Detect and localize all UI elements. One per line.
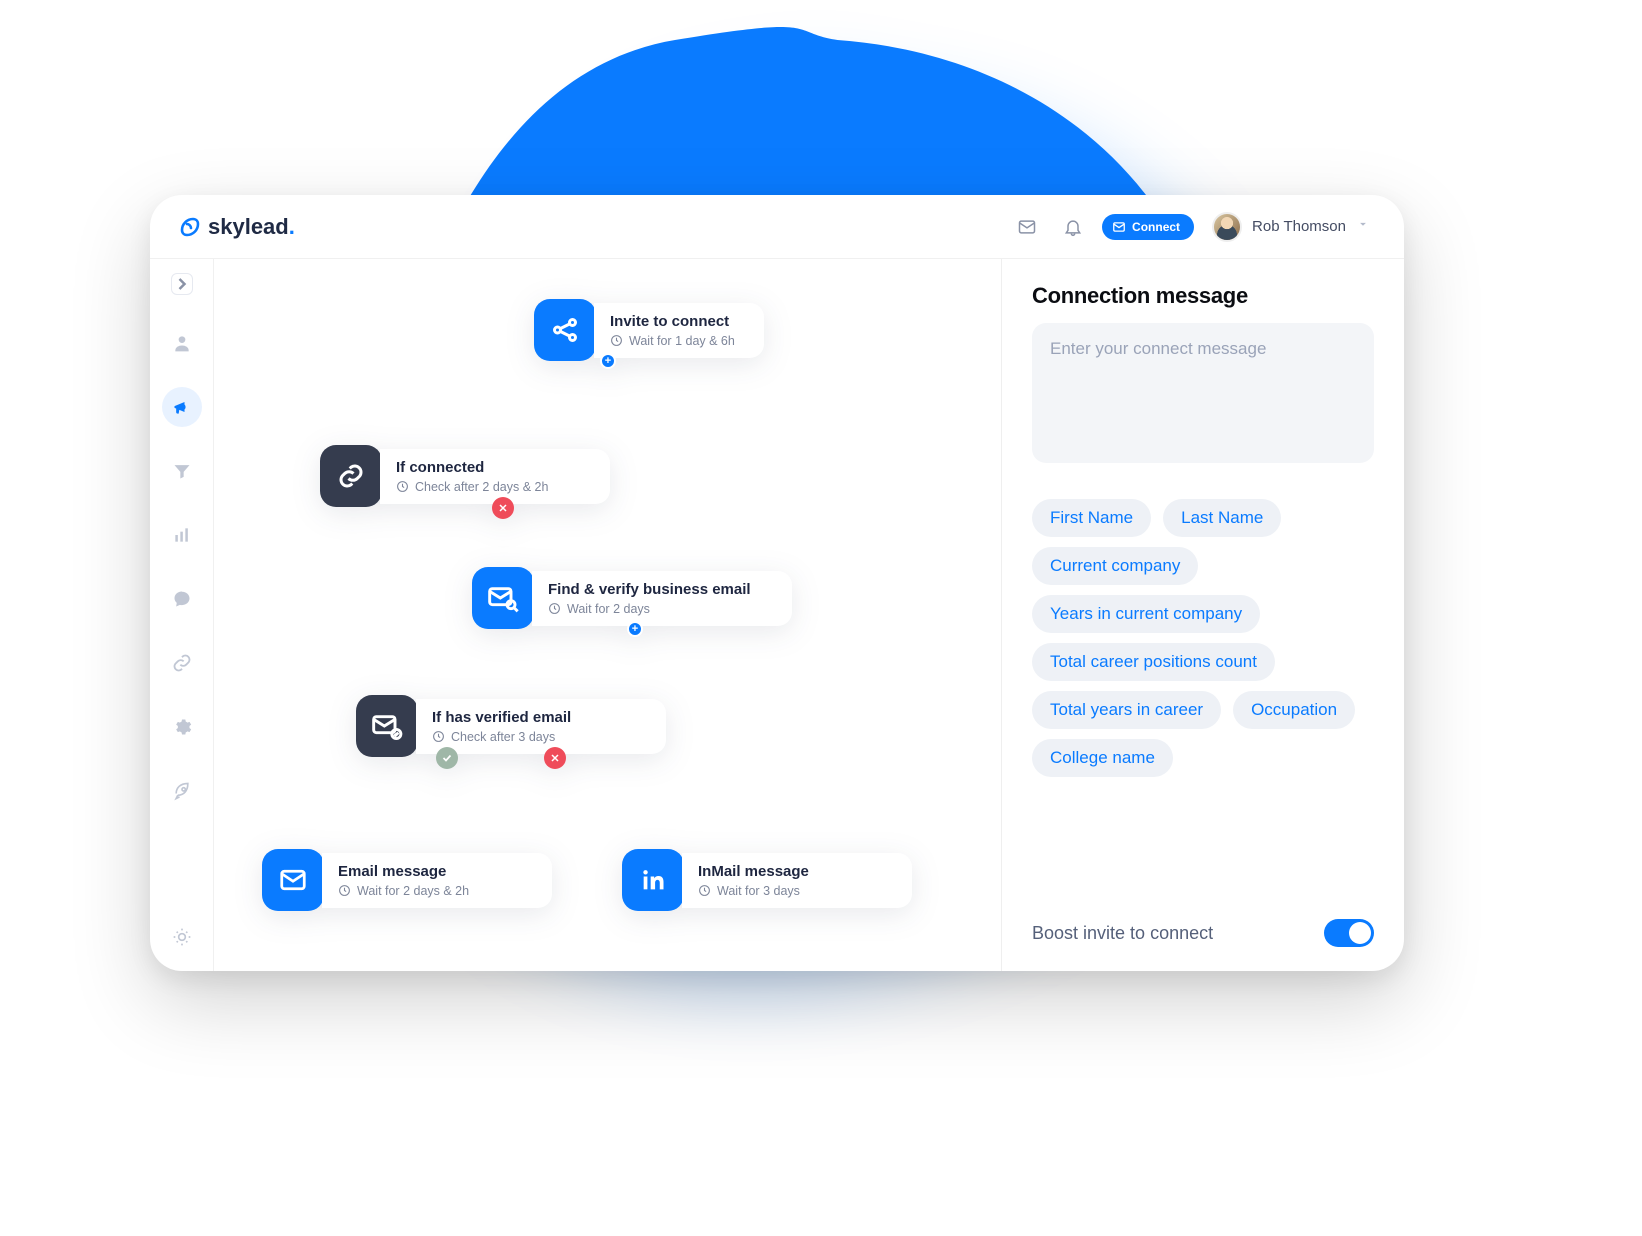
- logo-mark-icon: [178, 215, 202, 239]
- sidebar-item-campaigns[interactable]: [162, 387, 202, 427]
- node-title: Invite to connect: [610, 313, 746, 330]
- sidebar: [150, 259, 214, 971]
- logo-text: skylead.: [208, 214, 295, 240]
- node-title: Email message: [338, 863, 534, 880]
- boost-invite-row: Boost invite to connect: [1032, 909, 1374, 947]
- boost-toggle[interactable]: [1324, 919, 1374, 947]
- logo[interactable]: skylead.: [178, 214, 295, 240]
- node-invite-to-connect[interactable]: Invite to connect Wait for 1 day & 6h +: [534, 299, 764, 361]
- top-bar: skylead. Connect Rob Thomson: [150, 195, 1404, 259]
- node-if-connected[interactable]: If connected Check after 2 days & 2h: [320, 445, 610, 507]
- variable-tag-list: First Name Last Name Current company Yea…: [1032, 499, 1374, 777]
- sidebar-item-profile[interactable]: [162, 323, 202, 363]
- node-subtitle: Wait for 3 days: [698, 884, 894, 898]
- link-icon: [320, 445, 382, 507]
- connect-message-input[interactable]: [1032, 323, 1374, 463]
- sidebar-item-filter[interactable]: [162, 451, 202, 491]
- node-title: Find & verify business email: [548, 581, 774, 598]
- connection-message-panel: Connection message First Name Last Name …: [1002, 259, 1404, 971]
- sidebar-item-stats[interactable]: [162, 515, 202, 555]
- panel-heading: Connection message: [1032, 283, 1374, 309]
- connect-button-label: Connect: [1132, 220, 1180, 234]
- tag-occupation[interactable]: Occupation: [1233, 691, 1355, 729]
- node-subtitle: Check after 3 days: [432, 730, 648, 744]
- app-window: skylead. Connect Rob Thomson: [150, 195, 1404, 971]
- node-if-verified-email[interactable]: If has verified email Check after 3 days: [356, 695, 666, 757]
- sidebar-item-upgrade[interactable]: [162, 771, 202, 811]
- bell-icon[interactable]: [1056, 210, 1090, 244]
- tag-first-name[interactable]: First Name: [1032, 499, 1151, 537]
- tag-college-name[interactable]: College name: [1032, 739, 1173, 777]
- flow-connectors: [214, 259, 514, 409]
- node-subtitle: Wait for 1 day & 6h: [610, 334, 746, 348]
- workflow-canvas[interactable]: Invite to connect Wait for 1 day & 6h +: [214, 259, 1002, 971]
- node-title: InMail message: [698, 863, 894, 880]
- sidebar-item-integrations[interactable]: [162, 643, 202, 683]
- connect-button[interactable]: Connect: [1102, 214, 1194, 240]
- tag-current-company[interactable]: Current company: [1032, 547, 1198, 585]
- branch-pass-icon[interactable]: [436, 747, 458, 769]
- add-port-icon[interactable]: +: [627, 621, 643, 637]
- tag-last-name[interactable]: Last Name: [1163, 499, 1281, 537]
- tag-career-positions-count[interactable]: Total career positions count: [1032, 643, 1275, 681]
- sidebar-item-chat[interactable]: [162, 579, 202, 619]
- user-name: Rob Thomson: [1252, 218, 1346, 235]
- share-icon: [534, 299, 596, 361]
- node-email-message[interactable]: Email message Wait for 2 days & 2h: [262, 849, 552, 911]
- tag-years-in-company[interactable]: Years in current company: [1032, 595, 1260, 633]
- branch-fail-icon[interactable]: [492, 497, 514, 519]
- node-title: If connected: [396, 459, 592, 476]
- add-port-icon[interactable]: +: [600, 353, 616, 369]
- mail-check-icon: [356, 695, 418, 757]
- inbox-icon[interactable]: [1010, 210, 1044, 244]
- node-title: If has verified email: [432, 709, 648, 726]
- node-subtitle: Check after 2 days & 2h: [396, 480, 592, 494]
- sidebar-item-settings[interactable]: [162, 707, 202, 747]
- mail-icon: [262, 849, 324, 911]
- linkedin-icon: [622, 849, 684, 911]
- user-menu[interactable]: Rob Thomson: [1206, 208, 1376, 246]
- node-subtitle: Wait for 2 days & 2h: [338, 884, 534, 898]
- chevron-down-icon: [1356, 217, 1370, 236]
- boost-label: Boost invite to connect: [1032, 923, 1213, 944]
- node-find-verify-email[interactable]: Find & verify business email Wait for 2 …: [472, 567, 792, 629]
- mail-search-icon: [472, 567, 534, 629]
- node-subtitle: Wait for 2 days: [548, 602, 774, 616]
- branch-fail-icon[interactable]: [544, 747, 566, 769]
- avatar: [1212, 212, 1242, 242]
- sidebar-collapse-toggle[interactable]: [171, 273, 193, 295]
- tag-total-years-career[interactable]: Total years in career: [1032, 691, 1221, 729]
- sidebar-item-theme[interactable]: [162, 917, 202, 957]
- node-inmail-message[interactable]: InMail message Wait for 3 days: [622, 849, 912, 911]
